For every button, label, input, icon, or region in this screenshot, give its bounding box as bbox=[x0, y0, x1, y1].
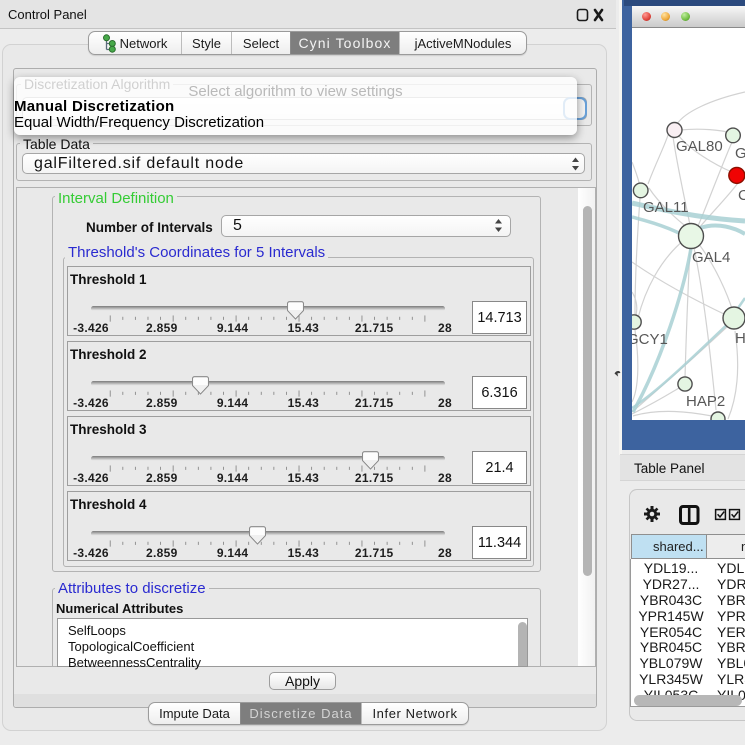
svg-text:GCY1: GCY1 bbox=[632, 331, 668, 348]
svg-text:GAL11: GAL11 bbox=[643, 199, 689, 216]
svg-text:GAL80: GAL80 bbox=[676, 138, 723, 155]
svg-text:G: G bbox=[735, 145, 745, 162]
svg-text:H: H bbox=[735, 330, 745, 347]
svg-text:C: C bbox=[738, 187, 745, 204]
svg-text:HAP2: HAP2 bbox=[686, 393, 725, 410]
svg-text:GAL4: GAL4 bbox=[692, 249, 730, 266]
